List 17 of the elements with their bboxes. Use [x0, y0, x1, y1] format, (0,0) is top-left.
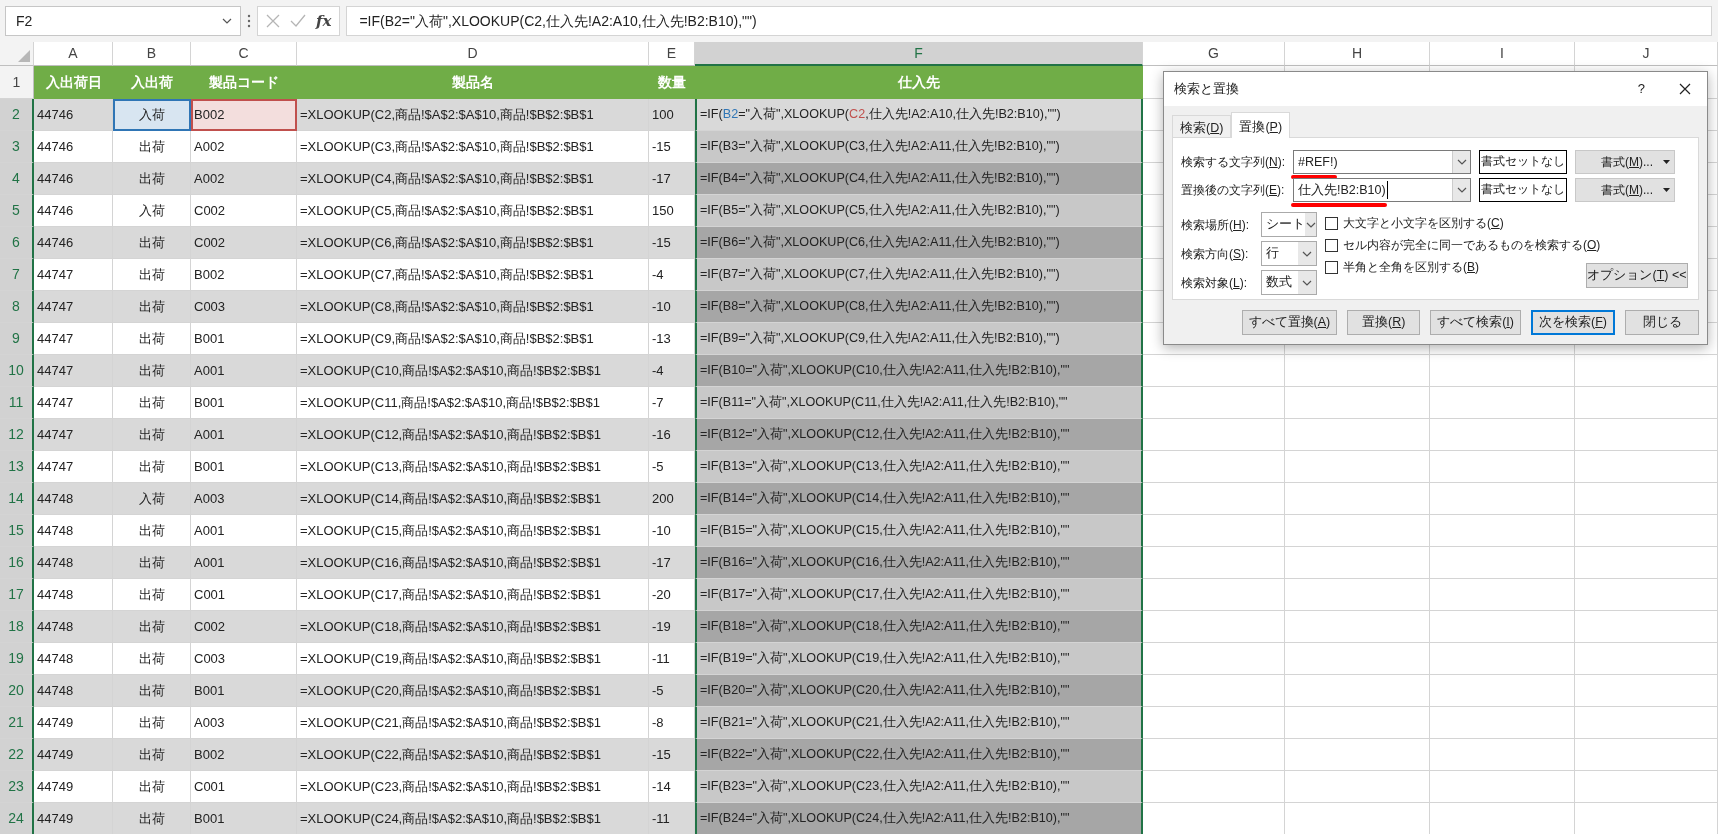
header-cell: 数量	[649, 66, 695, 99]
checkbox-label: セル内容が完全に同一であるものを検索する(O)	[1343, 237, 1601, 254]
header-cell: 入出荷	[113, 66, 191, 99]
field-label: 検索方向(S):	[1181, 245, 1250, 263]
checkbox-label: 大文字と小文字を区別する(C)	[1343, 215, 1504, 232]
header-cell: 入出荷日	[34, 66, 113, 99]
checkbox-label: 半角と全角を区別する(B)	[1343, 259, 1479, 276]
field-label: 置換後の文字列(E):	[1181, 182, 1286, 199]
dialog-title: 検索と置換	[1174, 80, 1239, 98]
format-status-label: 書式セットなし	[1479, 178, 1567, 202]
format-status-label: 書式セットなし	[1479, 150, 1567, 174]
header-cell: 製品名	[297, 66, 649, 99]
field-label: 検索場所(H):	[1181, 216, 1250, 234]
header-cell: 製品コード	[191, 66, 297, 99]
header-cell: 仕入先	[695, 66, 1143, 99]
field-label: 検索する文字列(N):	[1181, 154, 1286, 171]
field-label: 検索対象(L):	[1181, 274, 1249, 292]
